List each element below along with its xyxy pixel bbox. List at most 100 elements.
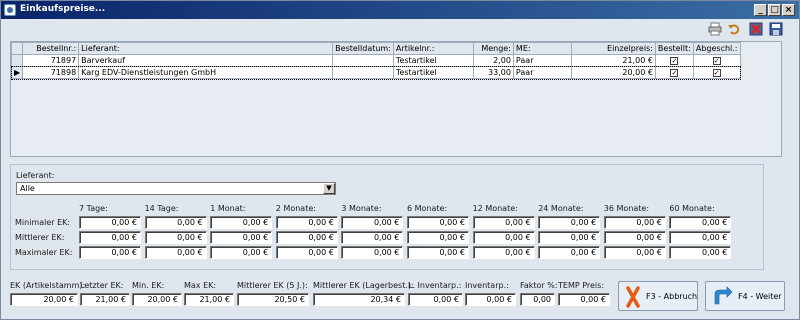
printer-icon[interactable] (708, 22, 722, 36)
abgeschl-checkbox[interactable]: ✓ (712, 56, 721, 65)
maximize-button[interactable]: □ (768, 4, 781, 16)
header-bestellt[interactable]: Bestellt: (654, 42, 694, 55)
stat-value-field[interactable]: 0,00 € (144, 231, 207, 244)
cell-lieferant[interactable]: Barverkauf (78, 54, 334, 67)
stat-value-field[interactable]: 0,00 € (603, 231, 666, 244)
cell-bestellnr[interactable]: 71898 (22, 66, 80, 79)
arrow-right-icon (714, 286, 733, 305)
header-bestellnr[interactable]: Bestellnr.: (22, 42, 80, 55)
stat-value-field[interactable]: 0,00 € (341, 246, 404, 259)
close-button[interactable]: × (782, 4, 795, 16)
cell-artikelnr[interactable]: Testartikel (392, 54, 474, 67)
summary-label: Mittlerer EK (Lagerbest.): (313, 281, 414, 290)
stat-value-field[interactable]: 0,00 € (407, 216, 469, 229)
header-me[interactable]: ME: (512, 42, 572, 55)
stat-value-field[interactable]: 0,00 € (407, 246, 469, 259)
stat-value-field[interactable]: 0,00 € (341, 231, 404, 244)
table-row[interactable]: ▶ 71898 Karg EDV-Dienstleistungen GmbH Test… (10, 65, 741, 80)
chevron-down-icon[interactable]: ▼ (323, 183, 335, 194)
stat-value-field[interactable]: 0,00 € (669, 246, 732, 259)
stat-value-field[interactable]: 0,00 € (603, 216, 666, 229)
cell-bestelldatum[interactable] (332, 66, 394, 79)
stat-value-field[interactable]: 0,00 € (407, 231, 469, 244)
header-bestelldatum[interactable]: Bestelldatum: (332, 42, 394, 55)
stat-value-field[interactable]: 0,00 € (210, 216, 273, 229)
bestellt-checkbox[interactable]: ✓ (670, 56, 679, 65)
summary-value-field[interactable]: 0,00 € (465, 293, 516, 306)
stat-value-field[interactable]: 0,00 € (79, 246, 141, 259)
period-label: 3 Monate: (341, 204, 382, 213)
stat-value-field[interactable]: 0,00 € (538, 216, 601, 229)
summary-value-field[interactable]: 0,00 (520, 293, 555, 306)
stat-value-field[interactable]: 0,00 € (144, 246, 207, 259)
summary-value-field[interactable]: 21,00 € (184, 293, 234, 306)
summary-value-field[interactable]: 20,00 € (10, 293, 78, 306)
cell-lieferant[interactable]: Karg EDV-Dienstleistungen GmbH (78, 66, 334, 79)
summary-value-field[interactable]: 0,00 € (408, 293, 463, 306)
period-label: 7 Tage: (79, 204, 108, 213)
stat-value-field[interactable]: 0,00 € (538, 231, 601, 244)
cell-bestellnr[interactable]: 71897 (22, 54, 80, 67)
period-label: 12 Monate: (472, 204, 518, 213)
stat-value-field[interactable]: 0,00 € (275, 231, 338, 244)
header-lieferant[interactable]: Lieferant: (78, 42, 334, 55)
save-icon[interactable] (769, 22, 783, 36)
stat-value-field[interactable]: 0,00 € (538, 246, 601, 259)
abgeschl-checkbox[interactable]: ✓ (712, 68, 721, 77)
orders-table: Bestellnr.: Lieferant: Bestelldatum: Art… (10, 42, 741, 80)
stat-value-field[interactable]: 0,00 € (669, 231, 732, 244)
cell-einzelpreis[interactable]: 21,00 € (570, 54, 656, 67)
abbruch-button[interactable]: F3 - Abbruch (618, 281, 698, 311)
weiter-button[interactable]: F4 - Weiter (705, 281, 785, 311)
stat-value-field[interactable]: 0,00 € (144, 216, 207, 229)
stat-value-field[interactable]: 0,00 € (669, 216, 732, 229)
stat-value-field[interactable]: 0,00 € (210, 231, 273, 244)
stat-row-label: Mittlerer EK: (15, 233, 65, 242)
cell-me[interactable]: Paar (512, 66, 572, 79)
summary-value-field[interactable]: 20,34 € (313, 293, 405, 306)
summary-label: Inventarp.: (465, 281, 509, 290)
cell-me[interactable]: Paar (512, 54, 572, 67)
header-menge[interactable]: Menge: (472, 42, 514, 55)
period-label: 24 Monate: (538, 204, 584, 213)
app-icon (4, 4, 16, 16)
delete-icon[interactable] (749, 22, 763, 36)
stat-value-field[interactable]: 0,00 € (472, 246, 535, 259)
stat-value-field[interactable]: 0,00 € (79, 216, 141, 229)
summary-value-field[interactable]: 21,00 € (80, 293, 130, 306)
cell-einzelpreis[interactable]: 20,00 € (570, 66, 656, 79)
cell-bestellt: ✓ (654, 66, 694, 79)
stat-value-field[interactable]: 0,00 € (472, 216, 535, 229)
cell-menge[interactable]: 33,00 (472, 66, 514, 79)
cell-menge[interactable]: 2,00 (472, 54, 514, 67)
undo-icon[interactable] (727, 22, 741, 36)
period-label: 2 Monate: (275, 204, 316, 213)
row-indicator: ▶ (10, 66, 24, 79)
cell-bestelldatum[interactable] (332, 54, 394, 67)
header-artikelnr[interactable]: Artikelnr.: (392, 42, 474, 55)
summary-value-field[interactable]: 20,00 € (132, 293, 182, 306)
stat-row-label: Minimaler EK: (15, 218, 71, 227)
bestellt-checkbox[interactable]: ✓ (670, 68, 679, 77)
stat-value-field[interactable]: 0,00 € (275, 216, 338, 229)
stat-value-field[interactable]: 0,00 € (79, 231, 141, 244)
stat-value-field[interactable]: 0,00 € (275, 246, 338, 259)
summary-value-field[interactable]: 0,00 € (558, 293, 610, 306)
period-label: 6 Monate: (407, 204, 448, 213)
header-abgeschl[interactable]: Abgeschl.: (692, 42, 741, 55)
stat-value-field[interactable]: 0,00 € (341, 216, 404, 229)
lieferant-select[interactable]: Alle ▼ (16, 182, 336, 195)
minimize-button[interactable]: _ (754, 4, 767, 16)
header-indicator (10, 42, 24, 55)
stat-value-field[interactable]: 0,00 € (210, 246, 273, 259)
header-einzelpreis[interactable]: Einzelpreis: (570, 42, 656, 55)
cell-artikelnr[interactable]: Testartikel (392, 66, 474, 79)
stat-value-field[interactable]: 0,00 € (472, 231, 535, 244)
table-row[interactable]: 71897 Barverkauf Testartikel 2,00 Paar 21,00 … (10, 54, 741, 67)
summary-label: Min. EK: (132, 281, 165, 290)
summary-value-field[interactable]: 20,50 € (237, 293, 309, 306)
stat-value-field[interactable]: 0,00 € (603, 246, 666, 259)
einkaufspreise-window: Einkaufspreise... _ □ × Bestellnr.: Lief… (0, 0, 800, 320)
period-label: 1 Monat: (210, 204, 246, 213)
period-label: 14 Tage: (144, 204, 179, 213)
